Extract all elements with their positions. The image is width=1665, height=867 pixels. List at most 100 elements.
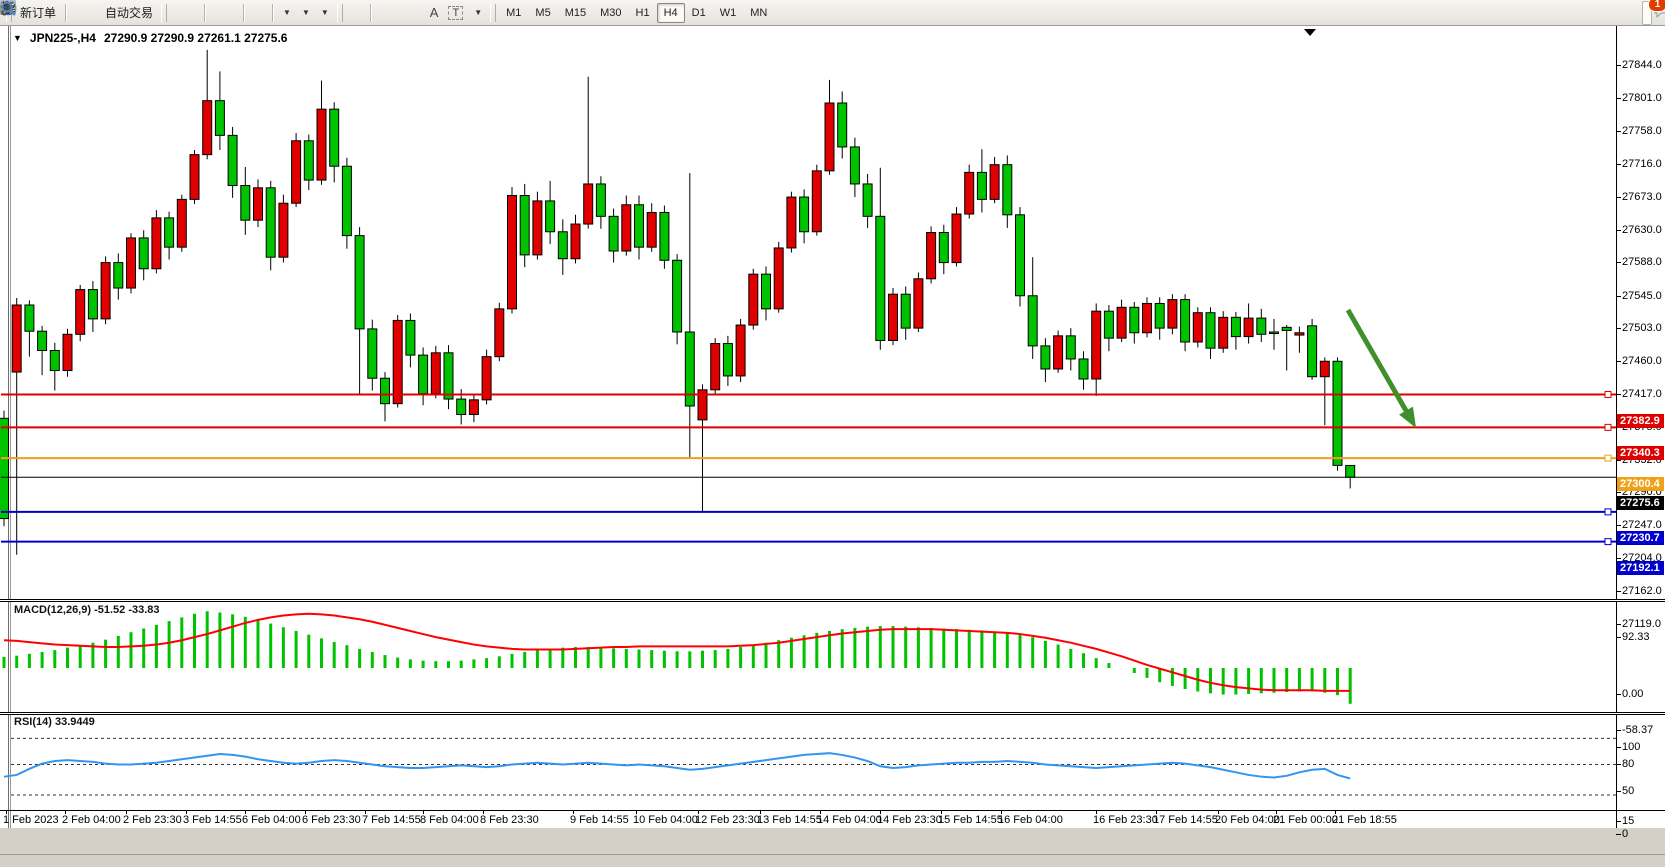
candle-body <box>76 290 85 335</box>
candle-body <box>368 329 377 378</box>
zoom-in-button[interactable] <box>209 1 219 25</box>
timeframe-button-D1[interactable]: D1 <box>685 3 713 23</box>
candle-body <box>203 101 212 155</box>
timeframe-button-MN[interactable]: MN <box>743 3 774 23</box>
chat-button[interactable]: 1 <box>1652 1 1662 25</box>
candle-body <box>1231 317 1240 336</box>
candle-body <box>520 196 529 255</box>
candle-body <box>1054 336 1063 369</box>
candle-body <box>850 147 859 184</box>
text-label-icon: T <box>448 6 463 20</box>
candle-body <box>1016 215 1025 296</box>
candle-body <box>139 238 148 269</box>
candle-body <box>1130 307 1139 332</box>
candle-body <box>393 320 402 403</box>
candlestick-chart-button[interactable] <box>180 1 190 25</box>
candle-body <box>1066 336 1075 359</box>
candle-body <box>444 353 453 399</box>
candle-body <box>165 218 174 247</box>
candle-body <box>127 238 136 288</box>
line-chart-button[interactable] <box>190 1 200 25</box>
text-label-tool-button[interactable]: T <box>443 1 468 25</box>
signal-button[interactable] <box>90 1 100 25</box>
toolbar-grip[interactable] <box>337 4 343 22</box>
candle-body <box>1028 296 1037 346</box>
candle-body <box>508 196 517 309</box>
candle-body <box>787 197 796 248</box>
candle-body <box>660 212 669 260</box>
candle-body <box>1168 300 1177 329</box>
separator <box>65 4 66 22</box>
trendline-tool-button[interactable] <box>395 1 405 25</box>
down-arrow-annotation <box>1348 310 1409 416</box>
candle-body <box>482 357 491 400</box>
candle-body <box>469 400 478 415</box>
candle-body <box>635 205 644 247</box>
autotrade-button[interactable]: 自动交易 <box>100 1 158 25</box>
chart-canvas[interactable] <box>0 26 1665 828</box>
zoom-out-button[interactable] <box>219 1 229 25</box>
candle-body <box>1346 465 1355 477</box>
candle-body <box>101 263 110 319</box>
tile-windows-button[interactable] <box>229 1 239 25</box>
toolbar-grip[interactable] <box>161 4 167 22</box>
separator <box>370 4 371 22</box>
text-icon: A <box>430 5 439 20</box>
equidistant-channel-tool-button[interactable]: E <box>405 1 415 25</box>
candle-body <box>774 248 783 309</box>
timeframe-button-M5[interactable]: M5 <box>528 3 557 23</box>
templates-button[interactable]: ▼ <box>315 1 334 25</box>
crosshair-tool-button[interactable] <box>356 1 366 25</box>
text-tool-button[interactable]: A <box>425 1 444 25</box>
arrange-left-button[interactable] <box>248 1 258 25</box>
cursor-tool-button[interactable] <box>346 1 356 25</box>
arrange-right-button[interactable] <box>258 1 268 25</box>
bar-chart-button[interactable] <box>170 1 180 25</box>
candle-body <box>571 224 580 259</box>
vertical-line-tool-button[interactable] <box>375 1 385 25</box>
candle-body <box>342 166 351 235</box>
level-anchor-marker <box>1605 509 1611 515</box>
candle-body <box>114 263 123 288</box>
candle-body <box>1270 332 1279 334</box>
candle-body <box>38 331 47 350</box>
horizontal-line-tool-button[interactable] <box>385 1 395 25</box>
new-chart-button[interactable]: ▼ <box>277 1 296 25</box>
new-order-button[interactable]: 新订单 <box>15 1 61 25</box>
gold-button[interactable] <box>70 1 80 25</box>
candle-body <box>1244 318 1253 337</box>
chat-badge: 1 <box>1648 0 1665 12</box>
arrows-tool-button[interactable]: ▼ <box>468 1 487 25</box>
candle-body <box>241 185 250 220</box>
accounts-button[interactable] <box>80 1 90 25</box>
timeframe-button-H1[interactable]: H1 <box>629 3 657 23</box>
candle-body <box>1117 307 1126 338</box>
fibonacci-tool-button[interactable]: F <box>415 1 425 25</box>
candle-body <box>838 103 847 147</box>
candle-body <box>711 344 720 390</box>
chart-window[interactable]: ▼ JPN225-,H4 27290.9 27290.9 27261.1 272… <box>0 26 1665 828</box>
timeframe-button-H4[interactable]: H4 <box>657 3 685 23</box>
axis-tick <box>1616 834 1621 835</box>
candle-body <box>1333 361 1342 465</box>
candle-body <box>228 135 237 185</box>
candle-body <box>1206 313 1215 348</box>
timeframe-button-M30[interactable]: M30 <box>593 3 628 23</box>
timeframe-button-M1[interactable]: M1 <box>499 3 528 23</box>
candle-body <box>1041 346 1050 369</box>
timeframe-button-M15[interactable]: M15 <box>558 3 593 23</box>
separator <box>272 4 273 22</box>
candle-body <box>457 399 466 414</box>
periods-button[interactable]: ▼ <box>296 1 315 25</box>
toolbar-grip[interactable] <box>490 4 496 22</box>
candle-body <box>266 188 275 257</box>
candle-body <box>355 236 364 329</box>
candle-body <box>0 418 9 518</box>
candle-body <box>190 155 199 200</box>
candle-body <box>622 205 631 251</box>
candle-body <box>812 171 821 232</box>
timeframe-button-W1[interactable]: W1 <box>713 3 744 23</box>
rsi-scale-label: 0 <box>1622 828 1628 840</box>
candle-body <box>736 325 745 376</box>
candle-body <box>254 188 263 220</box>
